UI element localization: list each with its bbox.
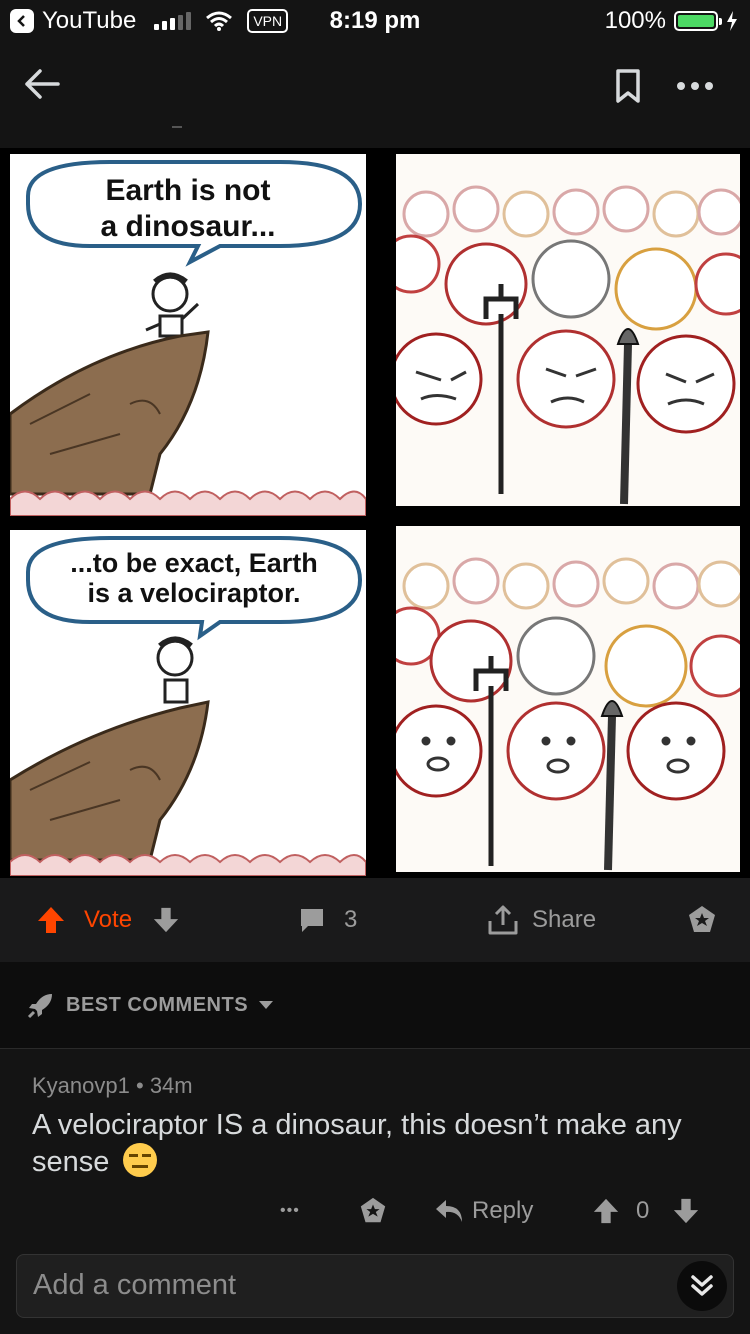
- comic-panel-3: ...to be exact, Earth is a velociraptor.: [10, 530, 366, 876]
- upvote-arrow-icon[interactable]: [36, 905, 66, 935]
- comment-sort-bar[interactable]: BEST COMMENTS: [0, 962, 750, 1049]
- comment-downvote-icon[interactable]: [672, 1189, 700, 1233]
- post-action-bar: Vote 3 Share: [0, 878, 750, 962]
- comment-author[interactable]: Kyanovp1: [32, 1073, 130, 1098]
- battery-icon: [674, 11, 722, 31]
- jump-to-next-button[interactable]: [677, 1261, 727, 1311]
- reply-arrow-icon: [436, 1200, 462, 1222]
- share-label: Share: [532, 906, 597, 933]
- comment-actions: ••• Reply 0: [0, 1189, 750, 1233]
- comment-score-value: 0: [636, 1197, 650, 1224]
- top-navigation: [0, 42, 750, 138]
- downvote-arrow-icon[interactable]: [152, 905, 180, 935]
- sort-label: BEST COMMENTS: [66, 993, 249, 1016]
- scroll-indicator: [172, 126, 182, 128]
- stick-figure: [145, 272, 200, 338]
- torch: [620, 343, 632, 505]
- comment-bubble-icon: [301, 909, 323, 932]
- comment-composer-bar: Add a comment: [0, 1240, 750, 1334]
- add-comment-placeholder: Add a comment: [33, 1269, 237, 1301]
- comment-body: A velociraptor IS a dinosaur, this doesn…: [32, 1107, 712, 1180]
- expressionless-face-icon: [123, 1143, 158, 1177]
- comic-panel-4-happy-crowd: [396, 526, 740, 872]
- panel-3-caption-line-1: ...to be exact, Earth: [70, 548, 318, 578]
- torch: [604, 715, 616, 871]
- caret-down-icon: [259, 1001, 274, 1009]
- comment-age: 34m: [149, 1073, 193, 1098]
- panel-1-caption-line-1: Earth is not: [105, 174, 270, 207]
- comment-upvote-icon[interactable]: [592, 1189, 620, 1233]
- comment-award-icon[interactable]: [358, 1189, 388, 1233]
- comic-panel-2-angry-crowd: [396, 154, 740, 506]
- more-options-icon[interactable]: [670, 64, 720, 108]
- back-arrow-icon[interactable]: [18, 60, 66, 108]
- reply-label: Reply: [472, 1197, 534, 1224]
- add-comment-input[interactable]: Add a comment: [16, 1254, 734, 1318]
- vote-group: Vote: [36, 878, 180, 962]
- comic-panel-1: Earth is not a dinosaur...: [10, 154, 366, 516]
- post-image[interactable]: Earth is not a dinosaur... ...to be exac…: [0, 148, 750, 878]
- cliff: [10, 330, 210, 496]
- share-icon: [488, 905, 518, 935]
- cliff: [10, 700, 210, 862]
- bookmark-icon[interactable]: [606, 64, 650, 108]
- reply-button[interactable]: Reply: [434, 1189, 533, 1233]
- double-chevron-down-icon: [691, 1275, 713, 1296]
- stick-figure: [156, 636, 194, 704]
- vote-label: Vote: [84, 906, 133, 933]
- award-icon[interactable]: [684, 902, 720, 938]
- meta-separator: •: [135, 1073, 144, 1098]
- panel-3-caption-line-2: is a velociraptor.: [87, 578, 300, 608]
- comment-meta: Kyanovp1 • 34m: [32, 1073, 193, 1099]
- more-dots-icon: •••: [280, 1202, 300, 1219]
- panel-1-caption-line-2: a dinosaur...: [100, 210, 275, 243]
- battery-percent: 100%: [604, 7, 666, 34]
- status-right: 100%: [605, 7, 738, 35]
- comment-score: 0: [636, 1189, 649, 1233]
- comment-count: 3: [344, 906, 358, 933]
- comments-button[interactable]: 3: [298, 878, 357, 962]
- status-bar: YouTube VPN 8:19 pm 100%: [0, 0, 750, 42]
- share-button[interactable]: Share: [486, 878, 596, 962]
- charging-bolt-icon: [727, 11, 737, 31]
- comment: Kyanovp1 • 34m A velociraptor IS a dinos…: [0, 1049, 750, 1239]
- rocket-icon: [27, 994, 52, 1019]
- comment-more-button[interactable]: •••: [280, 1189, 300, 1233]
